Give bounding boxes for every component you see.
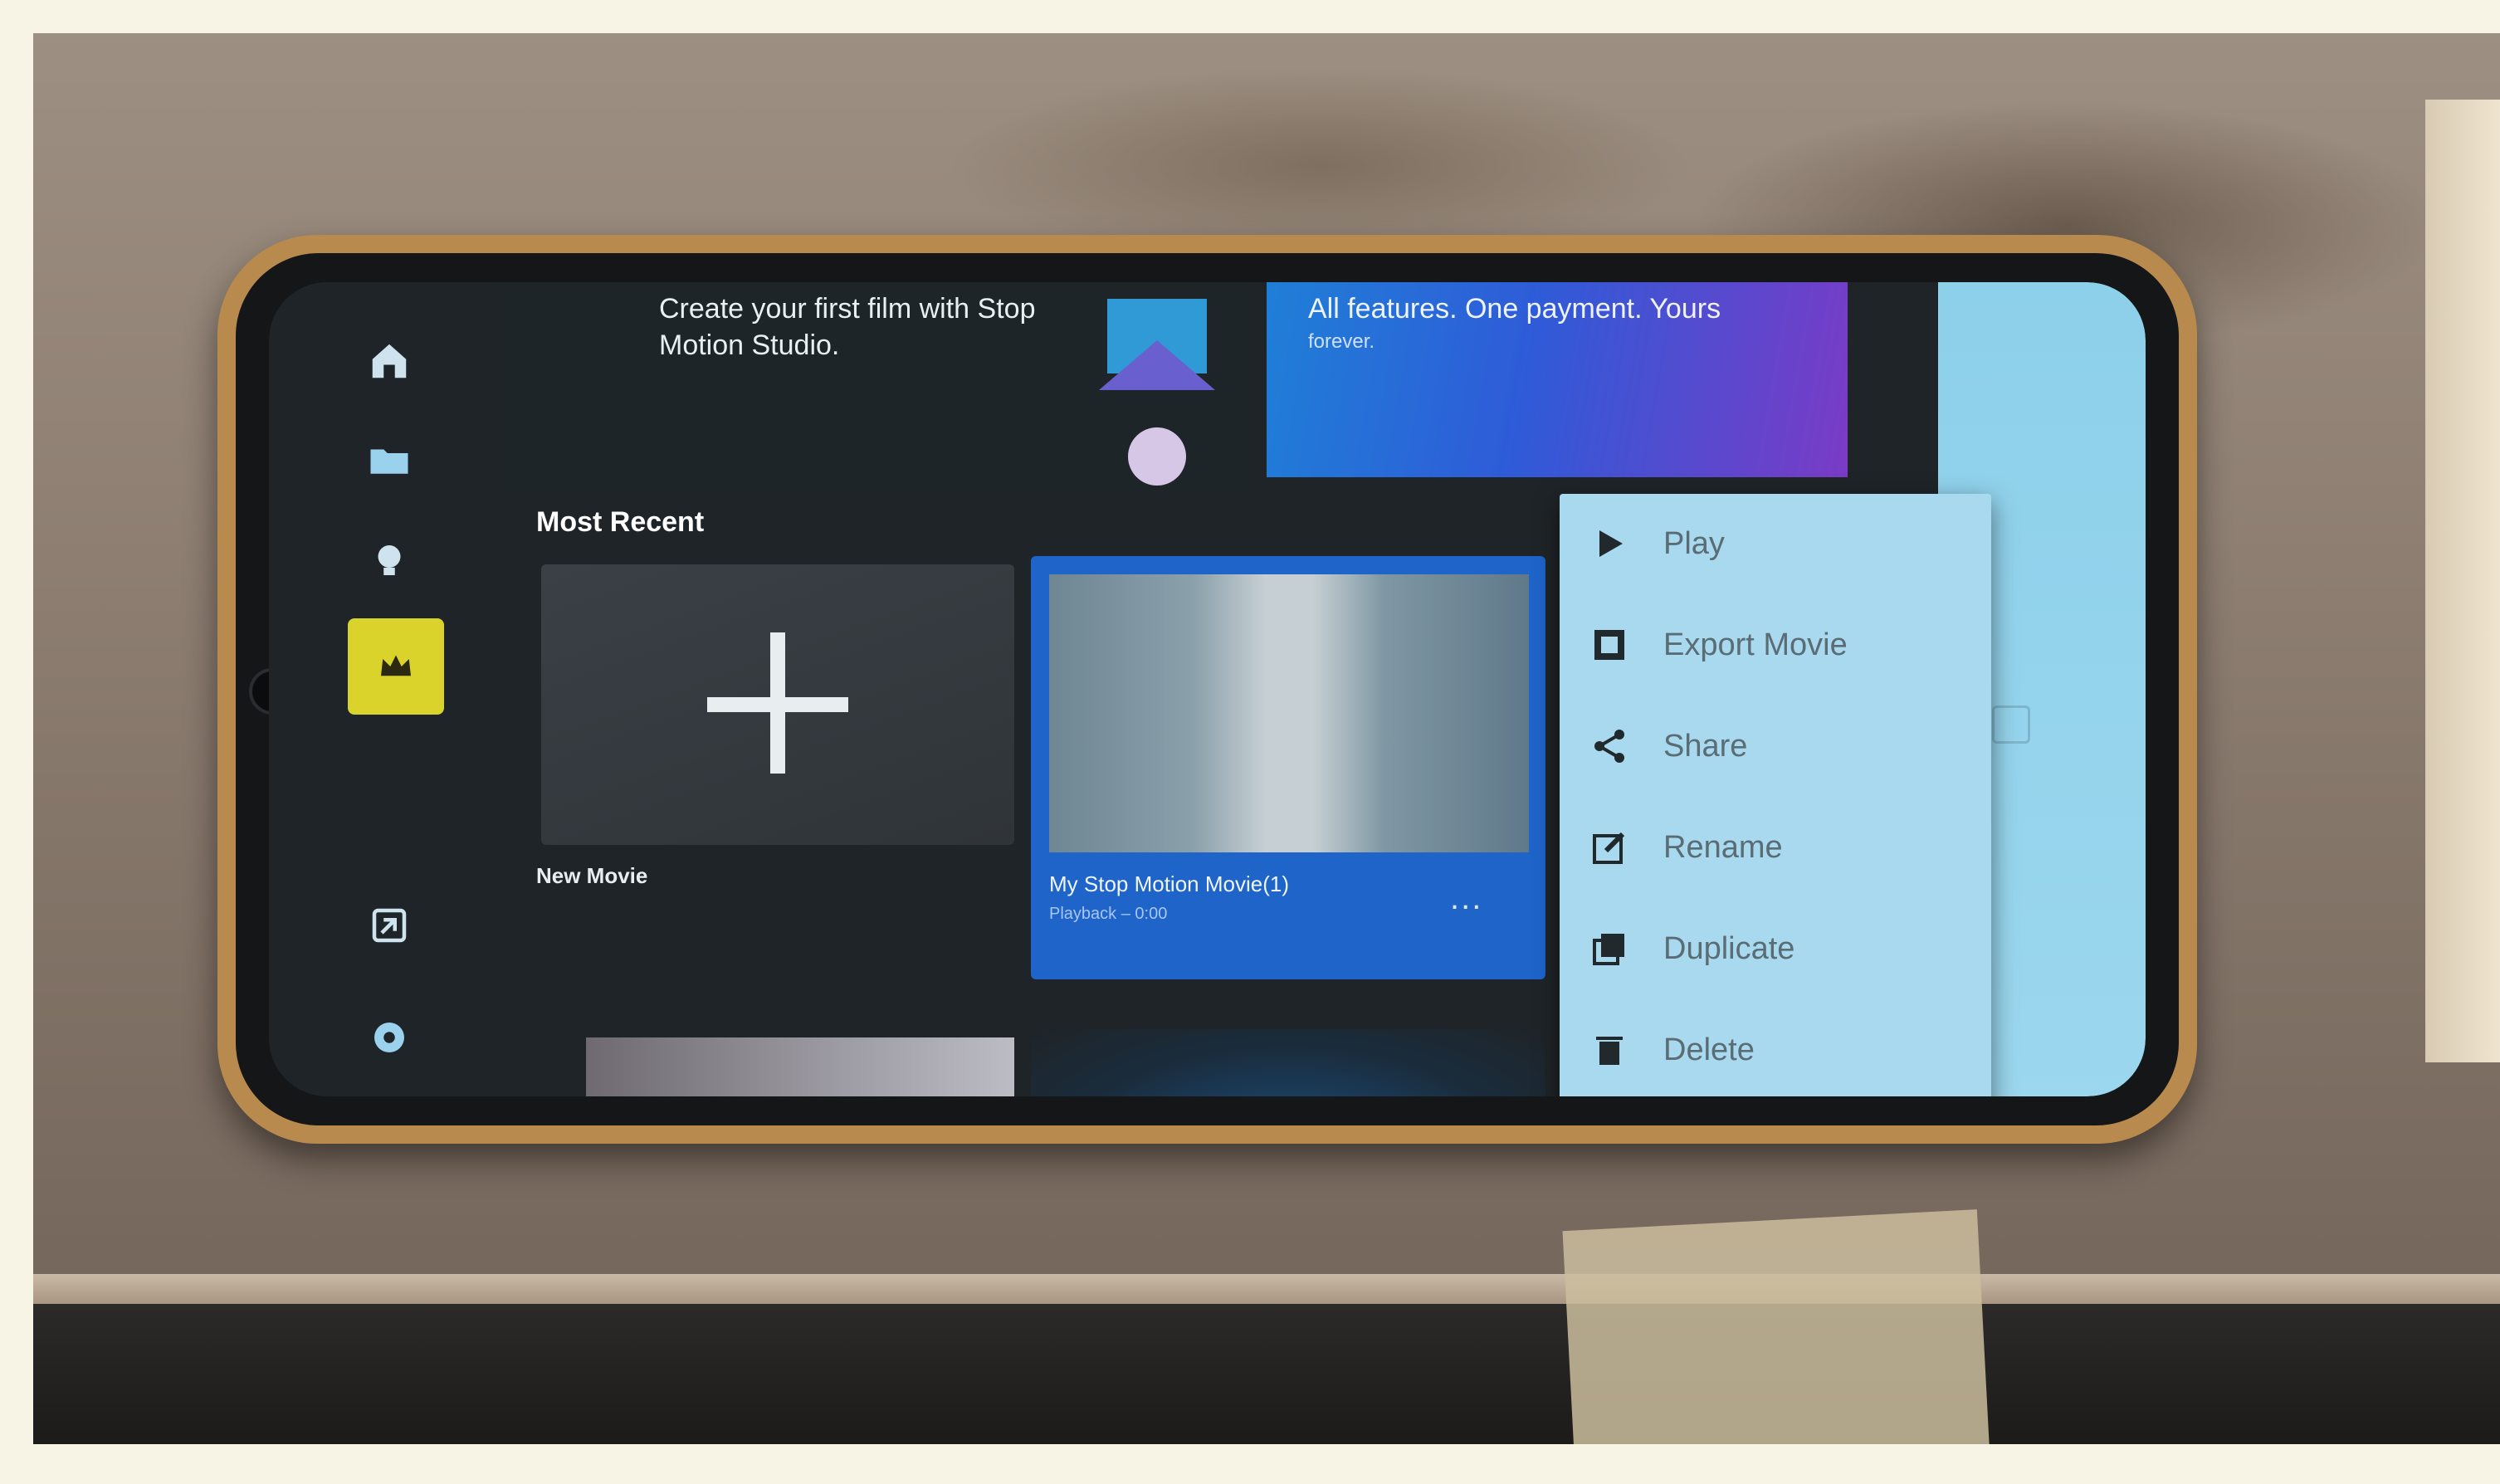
pro-banner[interactable]: All features. One payment. Yours forever… <box>1267 282 1848 477</box>
movie-meta: Playback – 0:00 <box>1049 905 1168 923</box>
edit-icon <box>1584 823 1634 872</box>
share-icon <box>1584 721 1634 771</box>
menu-item-delete[interactable]: Delete <box>1560 1000 1991 1096</box>
movie-title: My Stop Motion Movie(1) <box>1049 871 1289 896</box>
new-movie-card[interactable] <box>541 564 1014 845</box>
promo-banner[interactable]: Create your first film with Stop Motion … <box>501 282 1248 490</box>
pro-banner-subtext: forever. <box>1308 330 1375 353</box>
menu-item-play[interactable]: Play <box>1560 494 1991 593</box>
menu-item-label: Share <box>1663 728 1748 764</box>
more-options-button[interactable]: ... <box>1450 880 1482 917</box>
pro-banner-text: All features. One payment. Yours <box>1308 293 1721 325</box>
film-icon <box>1584 620 1634 670</box>
folder-icon[interactable] <box>360 432 418 490</box>
menu-item-duplicate[interactable]: Duplicate <box>1560 899 1991 998</box>
nav-rail <box>269 282 485 1096</box>
play-icon <box>1584 519 1634 569</box>
new-movie-label: New Movie <box>536 863 648 888</box>
rocket-illustration <box>1074 290 1240 506</box>
tape-piece <box>1562 1209 1990 1444</box>
menu-item-share[interactable]: Share <box>1560 696 1991 796</box>
import-icon[interactable] <box>360 896 418 954</box>
menu-item-label: Rename <box>1663 829 1783 865</box>
menu-item-label: Export Movie <box>1663 627 1848 662</box>
section-title: Most Recent <box>536 506 705 538</box>
movie-thumbnail <box>1049 574 1529 852</box>
settings-icon[interactable] <box>360 1008 418 1067</box>
promo-banner-text: Create your first film with Stop Motion … <box>659 293 1036 361</box>
square-icon[interactable] <box>1992 705 2030 744</box>
cardboard-box <box>2425 100 2500 1062</box>
app-screen: Create your first film with Stop Motion … <box>269 282 2146 1096</box>
menu-item-label: Delete <box>1663 1032 1755 1067</box>
duplicate-icon <box>1584 924 1634 974</box>
trash-icon <box>1584 1025 1634 1075</box>
menu-item-label: Duplicate <box>1663 930 1795 966</box>
menu-item-export-movie[interactable]: Export Movie <box>1560 595 1991 695</box>
lightbulb-icon[interactable] <box>360 531 418 589</box>
context-menu: Play Export Movie Share Rename Duplicate… <box>1560 494 1991 1096</box>
crown-icon[interactable] <box>348 618 444 715</box>
desk-edge <box>33 1274 2500 1304</box>
plus-icon <box>770 632 785 774</box>
desk-surface <box>33 1304 2500 1444</box>
movie-card[interactable]: ●● <box>1031 1029 1545 1096</box>
home-icon[interactable] <box>360 332 418 390</box>
phone-device: Create your first film with Stop Motion … <box>217 235 2197 1144</box>
movie-card-selected[interactable]: My Stop Motion Movie(1) Playback – 0:00 … <box>1031 556 1545 979</box>
menu-item-rename[interactable]: Rename <box>1560 798 1991 897</box>
menu-item-label: Play <box>1663 525 1725 561</box>
phone-bezel: Create your first film with Stop Motion … <box>236 253 2179 1125</box>
movie-card[interactable] <box>586 1037 1014 1096</box>
